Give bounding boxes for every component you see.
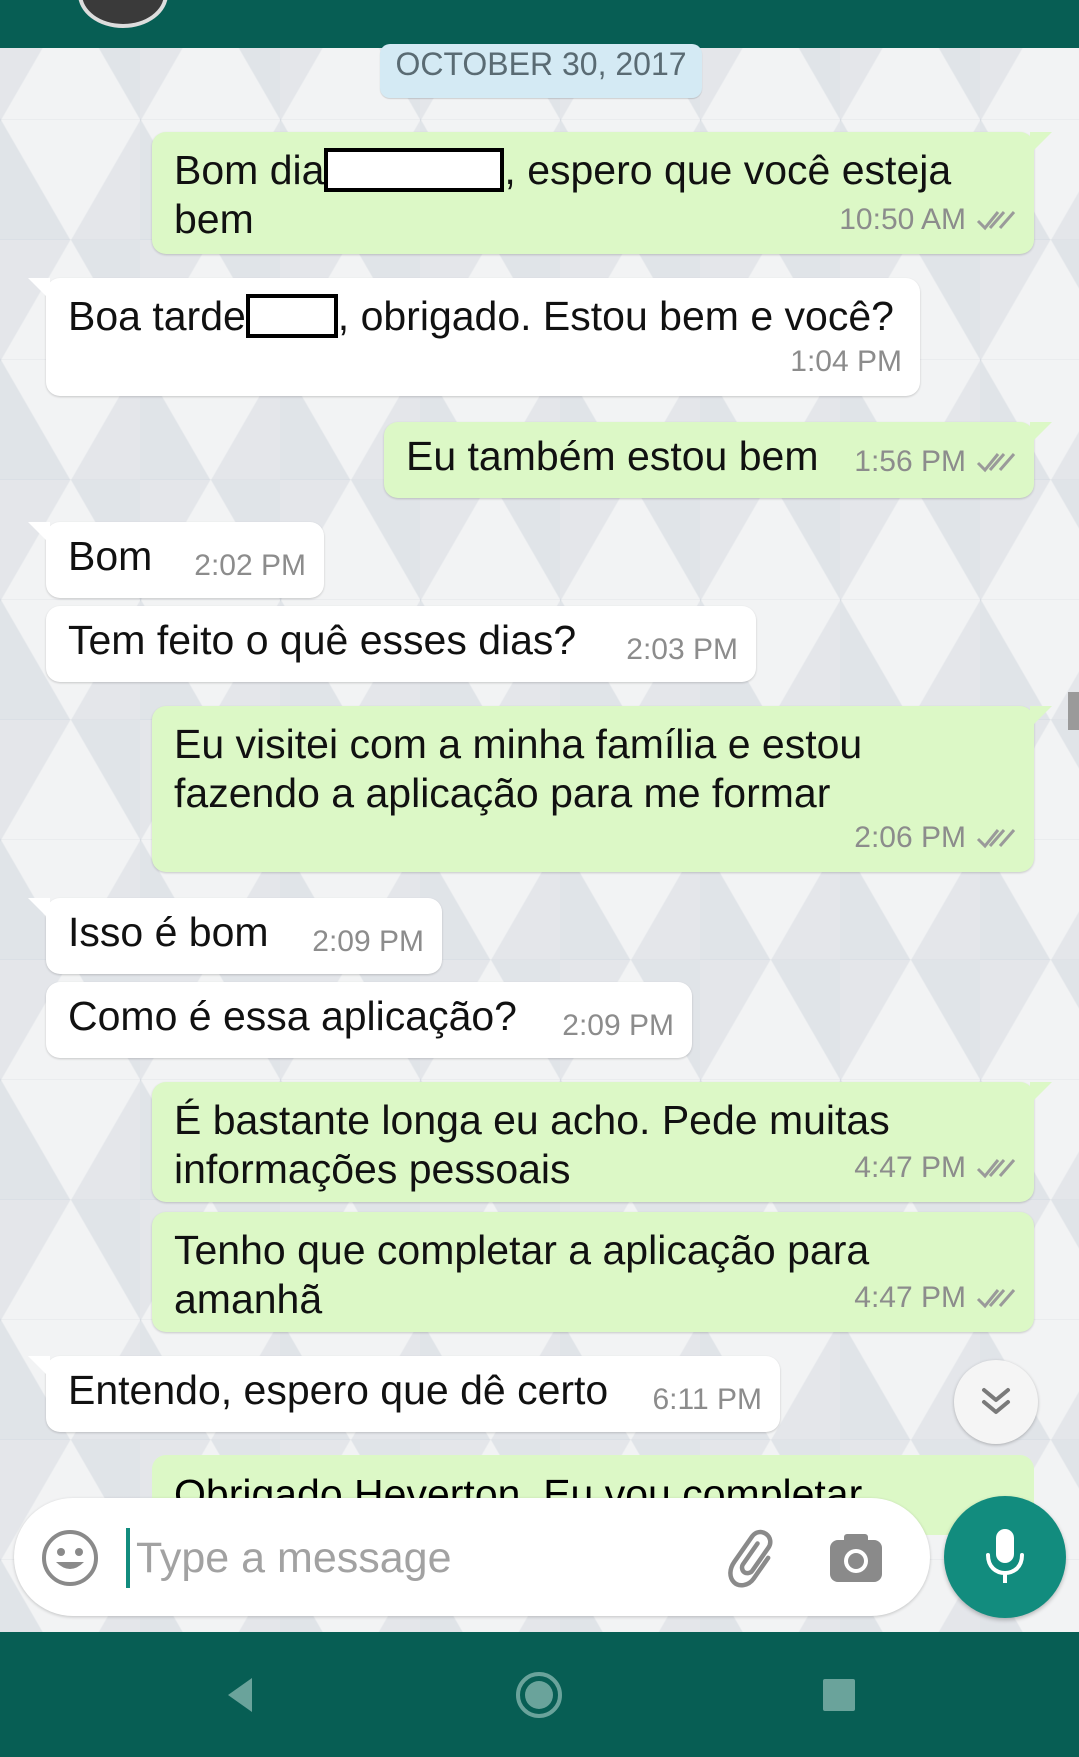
message-text: Entendo, espero que dê certo [68, 1367, 609, 1413]
message-meta: 2:06 PM [854, 813, 1016, 862]
message-text-part: , obrigado. Estou bem e você? [337, 293, 894, 339]
read-ticks-icon [976, 1158, 1016, 1178]
chat-header[interactable] [0, 0, 1079, 48]
scrollbar-thumb[interactable] [1068, 692, 1079, 730]
message-meta: 2:09 PM [312, 917, 424, 966]
message-text: Tenho que completar a aplicação para ama… [174, 1226, 869, 1324]
message-bubble-incoming[interactable]: Boa tarde , obrigado. Estou bem e você? 1… [28, 278, 920, 396]
message-bubble-outgoing[interactable]: Tenho que completar a aplicação para ama… [152, 1212, 1034, 1332]
redaction-box [245, 294, 338, 339]
message-text-part: Boa tarde [68, 293, 246, 339]
text-caret [126, 1528, 130, 1588]
message-bubble-outgoing[interactable]: Eu também estou bem 1:56 PM [384, 422, 1052, 498]
message-bubble-outgoing[interactable]: Eu visitei com a minha família e estou f… [152, 706, 1052, 872]
message-time: 2:09 PM [312, 925, 424, 958]
message-time: 1:04 PM [790, 345, 902, 378]
message-meta: 10:50 AM [839, 195, 1016, 244]
message-time: 2:02 PM [194, 549, 306, 582]
read-ticks-icon [976, 452, 1016, 472]
double-chevron-down-icon [982, 1388, 1010, 1414]
message-bubble-incoming[interactable]: Tem feito o quê esses dias? 2:03 PM [46, 606, 756, 682]
message-time: 4:47 PM [854, 1281, 966, 1314]
message-text-line: bem [174, 196, 254, 242]
message-text: Bom dia , espero que você esteja bem [174, 146, 951, 244]
message-meta: 1:04 PM [790, 337, 902, 386]
camera-icon[interactable] [826, 1528, 886, 1588]
message-text: Boa tarde , obrigado. Estou bem e você? [68, 292, 894, 341]
message-bubble-outgoing[interactable]: Bom dia , espero que você esteja bem 10:5… [152, 132, 1052, 254]
read-ticks-icon [976, 1288, 1016, 1308]
system-navigation-bar [0, 1632, 1079, 1757]
message-time: 10:50 AM [839, 203, 966, 236]
message-meta: 2:03 PM [626, 625, 738, 674]
message-text: Eu visitei com a minha família e estou f… [174, 720, 862, 818]
message-bubble-incoming[interactable]: Isso é bom 2:09 PM [28, 898, 442, 974]
message-bubble-incoming[interactable]: Bom 2:02 PM [28, 522, 324, 598]
message-time: 2:03 PM [626, 633, 738, 666]
message-text-part: Bom dia [174, 147, 325, 193]
message-text: É bastante longa eu acho. Pede muitas in… [174, 1096, 890, 1194]
message-text: Eu também estou bem [406, 433, 819, 479]
message-input[interactable] [134, 1520, 698, 1596]
message-meta: 6:11 PM [653, 1375, 763, 1424]
message-meta: 2:09 PM [562, 1001, 674, 1050]
message-text: Como é essa aplicação? [68, 993, 517, 1039]
read-ticks-icon [976, 210, 1016, 230]
mic-icon [986, 1529, 1024, 1583]
message-time: 6:11 PM [652, 1383, 763, 1416]
message-text-line: Tenho que completar a aplicação para [174, 1227, 870, 1273]
paperclip-icon[interactable] [724, 1526, 788, 1590]
message-bubble-incoming[interactable]: Entendo, espero que dê certo 6:11 PM [28, 1356, 780, 1432]
message-text: Isso é bom [68, 909, 269, 955]
message-text: Tem feito o quê esses dias? [68, 617, 577, 663]
message-meta: 2:02 PM [194, 541, 306, 590]
message-composer [14, 1498, 930, 1616]
message-text-line: amanhã [174, 1276, 323, 1322]
message-time: 4:47 PM [854, 1151, 966, 1184]
mic-button[interactable] [944, 1496, 1066, 1618]
message-text-part: , espero que você esteja [504, 147, 952, 193]
message-bubble-outgoing[interactable]: É bastante longa eu acho. Pede muitas in… [152, 1082, 1052, 1202]
message-text-line: Eu visitei com a minha família e estou [174, 721, 863, 767]
back-triangle-icon[interactable] [216, 1670, 266, 1720]
message-text-line: É bastante longa eu acho. Pede muitas [174, 1097, 890, 1143]
date-separator: OCTOBER 30, 2017 [380, 44, 702, 98]
message-text-line: informações pessoais [174, 1146, 571, 1192]
home-circle-icon[interactable] [514, 1670, 564, 1720]
message-meta: 1:56 PM [854, 437, 1016, 486]
redaction-box [324, 148, 505, 193]
recents-square-icon[interactable] [814, 1670, 864, 1720]
message-text-line: fazendo a aplicação para me formar [174, 770, 831, 816]
message-text: Bom [68, 533, 153, 579]
read-ticks-icon [976, 828, 1016, 848]
message-meta: 4:47 PM [854, 1143, 1016, 1192]
contact-avatar[interactable] [78, 0, 168, 28]
message-time: 2:09 PM [562, 1009, 674, 1042]
message-time: 1:56 PM [854, 445, 966, 478]
message-meta: 4:47 PM [854, 1273, 1016, 1322]
message-time: 2:06 PM [854, 821, 966, 854]
emoji-icon[interactable] [40, 1528, 100, 1588]
message-bubble-incoming[interactable]: Como é essa aplicação? 2:09 PM [46, 982, 692, 1058]
scroll-to-bottom-button[interactable] [954, 1360, 1038, 1444]
